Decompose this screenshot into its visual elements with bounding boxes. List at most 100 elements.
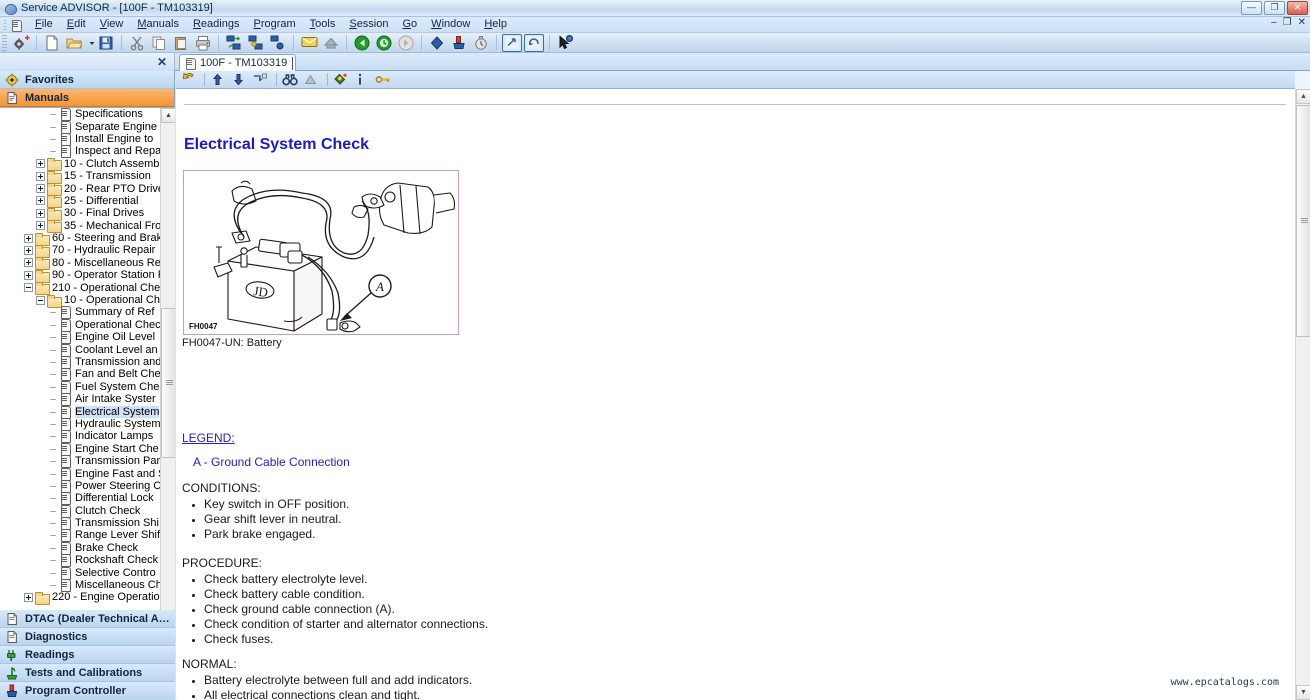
doc-scroll-down-button[interactable]: ▼ [1296,685,1310,700]
open-folder-dropdown-icon[interactable] [86,34,95,52]
refresh-circle-icon[interactable] [524,33,544,52]
expand-icon[interactable] [36,159,45,169]
collapse-icon[interactable] [24,283,33,293]
tree-item-operational-chec[interactable]: Operational Chec [0,318,160,332]
export-blue-icon[interactable] [268,34,288,52]
tab-100f-tm103319[interactable]: 100F - TM103319 [179,54,297,71]
tree-item-60-steering-and-brake[interactable]: 60 - Steering and Brake [0,232,160,246]
tree-item-10-clutch-assembly[interactable]: 10 - Clutch Assembly [0,158,160,172]
collapse-icon[interactable] [36,295,45,305]
menu-item-readings[interactable]: Readings [186,17,247,32]
sidebar-band-manuals[interactable]: Manuals [0,89,174,107]
tree-item-transmission-par[interactable]: Transmission Par [0,455,160,469]
tree-item-70-hydraulic-repair[interactable]: 70 - Hydraulic Repair [0,244,160,258]
tree-item-selective-contro[interactable]: Selective Contro [0,566,160,580]
mdi-close-icon[interactable]: ✕ [1298,17,1307,28]
tree-item-30-final-drives[interactable]: 30 - Final Drives [0,207,160,221]
menu-item-manuals[interactable]: Manuals [130,17,186,32]
open-folder-icon[interactable] [64,34,84,52]
expand-icon[interactable] [36,184,45,194]
back-arrow-icon[interactable] [180,72,199,88]
menu-item-program[interactable]: Program [246,17,302,32]
history-clock-icon[interactable] [374,34,394,52]
tree-item-install-engine-to[interactable]: Install Engine to [0,132,160,146]
toolbar-drag-grip[interactable] [2,34,7,51]
tree-item-80-miscellaneous-repa[interactable]: 80 - Miscellaneous Repa [0,257,160,271]
copy-icon[interactable] [149,34,169,52]
tree-item-35-mechanical-fron[interactable]: 35 - Mechanical Fron [0,220,160,234]
menu-item-tools[interactable]: Tools [303,17,343,32]
tree-item-15-transmission[interactable]: 15 - Transmission [0,170,160,184]
expand-icon[interactable] [36,196,45,206]
tree-item-summary-of-ref[interactable]: Summary of Ref [0,306,160,320]
tree-vertical-scrollbar[interactable]: ▲ ▼ [160,108,175,663]
expand-window-icon[interactable] [502,33,522,52]
tree-item-90-operator-station-r[interactable]: 90 - Operator Station R [0,269,160,283]
forward-grey-icon[interactable] [396,34,416,52]
expand-icon[interactable] [36,171,45,181]
mdi-restore-icon[interactable]: ❐ [1283,17,1293,28]
doc-scroll-thumb[interactable] [1296,105,1310,337]
new-document-icon[interactable] [42,34,62,52]
tree-item-hydraulic-system[interactable]: Hydraulic System [0,417,160,431]
menu-drag-grip[interactable] [2,18,8,31]
tree-item-brake-check[interactable]: Brake Check [0,541,160,555]
sidebar-button-dtac-dealer-technical-assist[interactable]: DTAC (Dealer Technical Assistance C... [0,610,175,628]
document-menu-icon[interactable] [10,19,22,32]
expand-icon[interactable] [24,270,33,280]
info-icon[interactable] [354,72,373,88]
sidebar-band-favorites[interactable]: Favorites [0,71,174,89]
manuals-tree[interactable]: Specifications Separate Engine Install Eng… [0,108,160,663]
tree-item-engine-fast-and-s[interactable]: Engine Fast and S [0,467,160,481]
menu-item-session[interactable]: Session [342,17,395,32]
export-yellow-icon[interactable] [246,34,266,52]
legend-header[interactable]: LEGEND: [182,431,235,445]
tree-item-air-intake-syster[interactable]: Air Intake Syster [0,393,160,407]
close-button[interactable]: ✕ [1287,1,1308,15]
menu-item-edit[interactable]: Edit [60,17,93,32]
tree-item-engine-start-che[interactable]: Engine Start Che [0,442,160,456]
menu-item-view[interactable]: View [93,17,131,32]
sidebar-button-diagnostics[interactable]: Diagnostics [0,628,175,646]
paste-icon[interactable] [171,34,191,52]
menu-item-help[interactable]: Help [477,17,514,32]
tree-item-10-operational-che[interactable]: 10 - Operational Che [0,294,160,308]
find-binoculars-icon[interactable] [282,72,301,88]
close-icon[interactable]: ✕ [157,56,167,68]
save-icon[interactable] [96,34,116,52]
mdi-minimize-icon[interactable]: – [1271,17,1278,28]
expand-icon[interactable] [24,233,33,243]
tree-item-210-operational-check[interactable]: 210 - Operational Check [0,281,160,296]
sidebar-button-tests-and-calibrations[interactable]: Tests and Calibrations [0,664,175,682]
document-vertical-scrollbar[interactable]: ▲ ▼ [1295,89,1310,700]
scroll-thumb[interactable] [161,308,175,458]
tree-item-power-steering-c[interactable]: Power Steering C [0,479,160,493]
expand-icon[interactable] [24,258,33,268]
sidebar-button-program-controller[interactable]: Program Controller [0,682,175,700]
export-green-icon[interactable] [224,34,244,52]
minimize-button[interactable]: — [1241,1,1262,15]
tree-item-miscellaneous-ch[interactable]: Miscellaneous Ch [0,579,160,593]
tree-item-electrical-system[interactable]: Electrical System [0,405,160,419]
restore-button[interactable]: ❐ [1264,1,1285,15]
home-icon[interactable] [321,34,341,52]
next-down-icon[interactable] [231,72,250,88]
expand-icon[interactable] [36,221,45,231]
menu-item-window[interactable]: Window [424,17,477,32]
expand-icon[interactable] [24,245,33,255]
tree-item-220-engine-operation[interactable]: 220 - Engine Operation, [0,591,160,605]
tree-item-clutch-check[interactable]: Clutch Check [0,504,160,518]
help-pointer-icon[interactable]: ? [555,34,575,52]
tree-item-indicator-lamps[interactable]: Indicator Lamps [0,430,160,444]
tree-item-fan-and-belt-che[interactable]: Fan and Belt Che [0,368,160,382]
tree-item-specifications[interactable]: Specifications [0,108,160,122]
tree-item-25-differential[interactable]: 25 - Differential [0,195,160,209]
previous-up-icon[interactable] [210,72,229,88]
tree-item-coolant-level-an[interactable]: Coolant Level an [0,343,160,357]
menu-item-go[interactable]: Go [395,17,424,32]
tree-item-engine-oil-level[interactable]: Engine Oil Level [0,331,160,345]
link-jump-icon[interactable] [252,72,271,88]
expand-icon[interactable] [36,208,45,218]
calibration-icon[interactable] [471,34,491,52]
print-icon[interactable] [193,34,213,52]
